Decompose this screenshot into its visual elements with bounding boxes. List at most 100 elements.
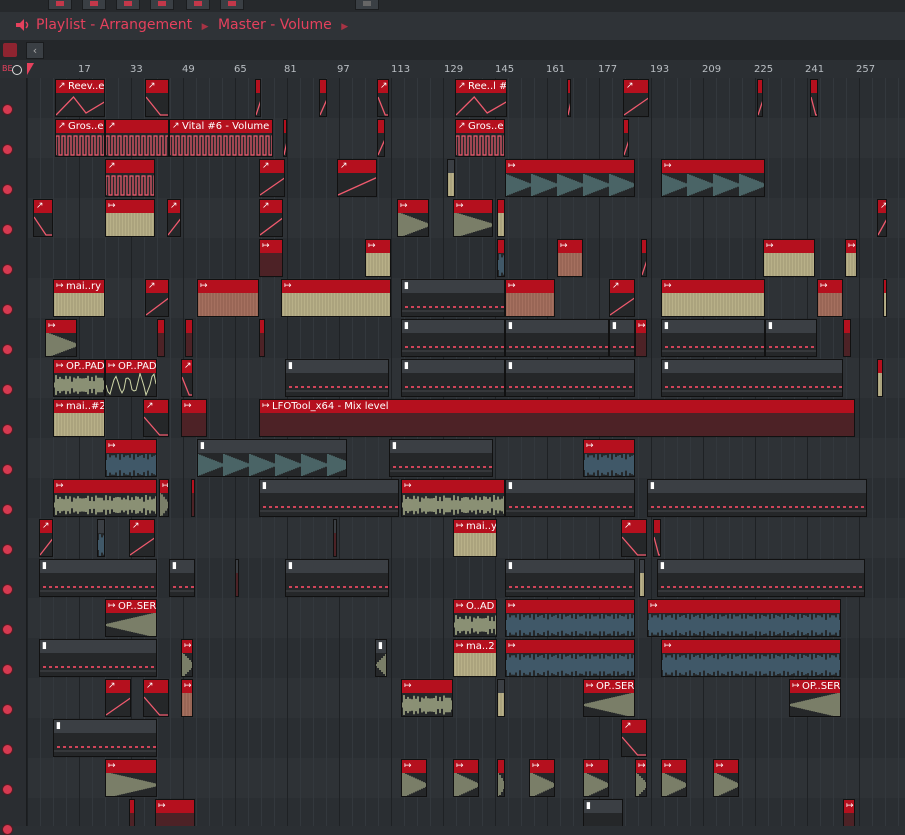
clip-opser2[interactable]: ↦ OP..SER [583, 679, 635, 717]
pattern-clip[interactable]: ▮ [765, 319, 817, 357]
clip-header[interactable] [568, 80, 570, 93]
pattern-clip[interactable]: ↦ [45, 319, 77, 357]
clip-header[interactable] [378, 120, 384, 133]
pattern-clip[interactable]: ↗ [621, 519, 647, 557]
clip-header[interactable] [878, 360, 882, 373]
pattern-clip[interactable]: ↦ [713, 759, 739, 797]
pattern-clip[interactable]: ↦ [845, 239, 857, 277]
clip-header[interactable] [286, 360, 388, 373]
pattern-clip[interactable]: ↦ [401, 759, 427, 797]
track-mute-toggle[interactable] [2, 424, 13, 435]
pattern-clip[interactable]: ↦ [505, 639, 635, 677]
pattern-clip[interactable]: ↗ [143, 399, 169, 437]
pattern-clip[interactable]: ▮ [401, 279, 505, 317]
track-mute-toggle[interactable] [2, 784, 13, 795]
pattern-clip[interactable]: ▮ [39, 639, 157, 677]
pattern-clip[interactable]: ↗ [145, 79, 169, 117]
pattern-clip[interactable]: ↦ [635, 759, 647, 797]
clip-header[interactable] [506, 640, 634, 653]
pattern-clip[interactable]: ↗ [145, 279, 169, 317]
clip-header[interactable] [654, 520, 660, 533]
pattern-clip[interactable]: ▮ [583, 799, 623, 826]
clip-header[interactable] [448, 160, 454, 173]
breadcrumb-item-master-volume[interactable]: Master - Volume [218, 17, 332, 33]
clip-header[interactable] [334, 520, 336, 533]
clip-header[interactable] [498, 240, 504, 253]
pattern-clip[interactable] [497, 199, 505, 237]
pattern-clip[interactable] [97, 519, 105, 557]
pattern-clip[interactable] [497, 239, 505, 277]
pattern-clip[interactable]: ↦ [661, 279, 765, 317]
clip-header[interactable] [662, 160, 764, 173]
clip-header[interactable] [844, 320, 850, 333]
clip-header[interactable] [506, 160, 634, 173]
pattern-clip[interactable]: ↗ [609, 279, 635, 317]
clip-header[interactable] [402, 280, 504, 293]
clip-header[interactable] [256, 80, 260, 93]
track-mute-toggle[interactable] [2, 584, 13, 595]
track-mute-toggle[interactable] [2, 744, 13, 755]
pattern-clip[interactable] [641, 239, 647, 277]
clip-header[interactable] [186, 320, 192, 333]
toolbar-button[interactable] [150, 0, 174, 10]
pattern-clip[interactable] [810, 79, 818, 117]
pattern-clip[interactable]: ↦ [763, 239, 815, 277]
track-mute-toggle[interactable] [2, 464, 13, 475]
pattern-clip[interactable]: ↦ [505, 279, 555, 317]
pattern-clip[interactable]: ▮ [505, 559, 635, 597]
speaker-icon[interactable] [14, 17, 30, 33]
toolbar-button[interactable] [355, 0, 379, 10]
breadcrumb-item-playlist[interactable]: Playlist - Arrangement [36, 17, 192, 33]
pattern-clip[interactable] [447, 159, 455, 197]
pattern-clip[interactable]: ↦ [159, 479, 169, 517]
clip-header[interactable] [498, 680, 504, 693]
clip-ma2[interactable]: ↦ ma..2 [453, 639, 497, 677]
pattern-clip[interactable]: ↦ [505, 159, 635, 197]
clip-header[interactable] [98, 520, 104, 533]
clip-header[interactable] [648, 600, 840, 613]
toolbar-button[interactable] [82, 0, 106, 10]
clip-header[interactable] [54, 720, 156, 733]
pattern-clip[interactable]: ↗ [33, 199, 53, 237]
pattern-clip[interactable] [185, 319, 193, 357]
pattern-clip[interactable]: ↦ [181, 639, 193, 677]
pattern-clip[interactable]: ↗ [337, 159, 377, 197]
pattern-clip[interactable] [497, 679, 505, 717]
pattern-clip[interactable]: ↦ [583, 439, 635, 477]
pattern-clip[interactable]: ↦ [259, 239, 283, 277]
toolbar-button[interactable] [220, 0, 244, 10]
pattern-clip[interactable]: ↗ [129, 519, 155, 557]
clip-header[interactable] [402, 320, 504, 333]
clip-header[interactable] [40, 640, 156, 653]
clip-ree2[interactable]: ↗Ree..l #2 [455, 79, 507, 117]
clip-header[interactable] [506, 480, 634, 493]
pattern-clip[interactable] [333, 519, 337, 557]
track-mute-toggle[interactable] [2, 304, 13, 315]
pattern-clip[interactable] [843, 319, 851, 357]
clip-vital[interactable]: ↗ Vital #6 - Volume [169, 119, 273, 157]
pattern-clip[interactable]: ↗ [105, 159, 155, 197]
clip-header[interactable] [640, 560, 644, 573]
clip-header[interactable] [662, 320, 764, 333]
pattern-clip[interactable]: ↦ [661, 159, 765, 197]
pattern-clip[interactable]: ▮ [661, 359, 843, 397]
pattern-clip[interactable] [129, 799, 135, 826]
pattern-clip[interactable]: ↦ [843, 799, 855, 826]
clip-header[interactable] [662, 360, 842, 373]
pattern-clip[interactable] [235, 559, 239, 597]
clip-header[interactable] [192, 480, 194, 493]
clip-header[interactable] [320, 80, 326, 93]
pattern-clip[interactable]: ▮ [661, 319, 765, 357]
clip-header[interactable] [658, 560, 864, 573]
track-mute-toggle[interactable] [2, 144, 13, 155]
toolbar-button[interactable] [186, 0, 210, 10]
clip-header[interactable] [506, 560, 634, 573]
pattern-clip[interactable]: ↦ [105, 439, 157, 477]
clip-mairy[interactable]: ↦ mai..ry [53, 279, 105, 317]
clip-header[interactable] [648, 480, 866, 493]
clip-oad[interactable]: ↦ O..AD [453, 599, 497, 637]
clip-header[interactable] [642, 240, 646, 253]
pattern-clip[interactable]: ↗ [259, 199, 283, 237]
pattern-clip[interactable] [255, 79, 261, 117]
track-row[interactable] [27, 718, 905, 759]
